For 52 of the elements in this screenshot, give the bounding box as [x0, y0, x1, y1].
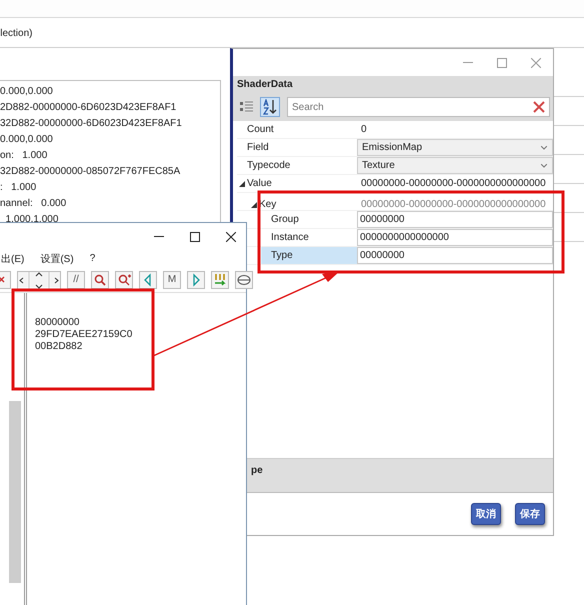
dialog-button[interactable]: 保存: [515, 503, 545, 525]
panel-title: ShaderData: [233, 76, 553, 93]
tab-label[interactable]: llection): [0, 28, 32, 38]
clear-icon[interactable]: [533, 101, 545, 113]
hex-line: 80000000: [35, 317, 80, 329]
dialog-button[interactable]: 取消: [471, 503, 501, 525]
info-line: : 1.000: [0, 181, 38, 195]
collapse-icon[interactable]: [239, 180, 245, 186]
value-dropdown[interactable]: Texture: [357, 157, 553, 174]
info-line: 2D882-00000000-6D6023D423EF8AF1: [0, 101, 178, 115]
value-field[interactable]: 0000000000000000: [357, 229, 553, 246]
info-line: on: 1.000: [0, 149, 48, 163]
caret-icon: [541, 146, 547, 150]
info-line: 32D882-00000000-085072F767FEC85A: [0, 165, 182, 179]
property-label[interactable]: Type: [261, 247, 357, 264]
collapse-icon[interactable]: [251, 202, 257, 208]
scrollbar[interactable]: [9, 401, 21, 583]
menu-item[interactable]: 出(E): [1, 252, 24, 266]
info-line: 0.000,0.000: [0, 133, 54, 147]
description-title: pe: [251, 465, 263, 476]
property-label[interactable]: Value: [237, 175, 357, 192]
maximize-icon[interactable]: [190, 232, 200, 242]
value-text: 00000000-00000000-0000000000000000: [360, 199, 547, 210]
property-label[interactable]: Group: [261, 211, 357, 228]
property-label[interactable]: Count: [237, 121, 357, 138]
value-field[interactable]: 00000000: [357, 247, 553, 264]
hex-line: 29FD7EAEE27159C0: [35, 329, 132, 341]
value-field[interactable]: 00000000: [357, 211, 553, 228]
hex-line: 00B2D882: [35, 341, 84, 353]
toolbar-button[interactable]: //: [67, 270, 85, 288]
info-line: 32D882-00000000-6D6023D423EF8AF1: [0, 117, 183, 131]
minimize-icon[interactable]: [154, 236, 164, 238]
search-icon[interactable]: [91, 270, 109, 288]
property-label[interactable]: Instance: [261, 229, 357, 246]
menu-item[interactable]: 设置(S): [40, 252, 74, 266]
close-icon[interactable]: [226, 232, 236, 242]
info-line: 1.000,1.000: [4, 213, 60, 227]
info-line: nannel: 0.000: [0, 197, 68, 211]
swap-icon[interactable]: [211, 270, 229, 288]
caret-icon: [541, 164, 547, 168]
property-label[interactable]: Typecode: [237, 157, 357, 174]
zoom-icon[interactable]: [115, 270, 133, 288]
value-dropdown[interactable]: EmissionMap: [357, 139, 553, 156]
toolbar-button[interactable]: M: [163, 270, 181, 288]
value-text: 00000000-00000000-0000000000000000: [360, 177, 547, 191]
arrows-icon[interactable]: [17, 268, 61, 290]
sort-alphabetical-icon[interactable]: [260, 97, 280, 117]
menu-item[interactable]: ?: [90, 253, 96, 264]
search-field[interactable]: Search: [287, 97, 550, 117]
info-line: 0.000,0.000: [0, 85, 54, 99]
value-text: 0: [360, 123, 368, 137]
property-label[interactable]: Field: [237, 139, 357, 156]
